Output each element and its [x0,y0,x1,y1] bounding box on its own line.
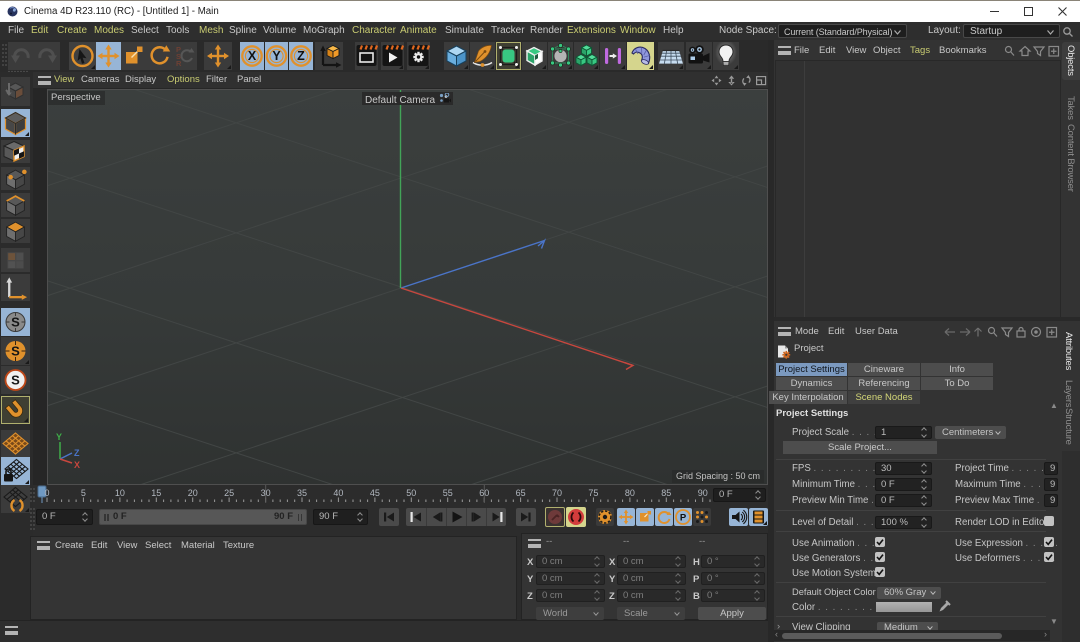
svg-text:Y: Y [272,49,281,63]
svg-text:85: 85 [661,488,671,498]
svg-text:X: X [248,49,257,63]
svg-text:Z: Z [74,448,80,458]
svg-text:45: 45 [370,488,380,498]
svg-text:5: 5 [81,488,86,498]
svg-text:0: 0 [44,488,49,498]
svg-text:10: 10 [115,488,125,498]
svg-text:S: S [11,344,20,359]
svg-text:Z: Z [297,49,305,63]
svg-text:15: 15 [151,488,161,498]
svg-text:25: 25 [224,488,234,498]
svg-text:P: P [680,513,687,524]
svg-text:Y: Y [56,432,62,442]
svg-text:S: S [11,315,20,330]
svg-text:50: 50 [406,488,416,498]
svg-text:R: R [176,59,182,68]
svg-text:65: 65 [516,488,526,498]
svg-text:80: 80 [625,488,635,498]
svg-text:75: 75 [588,488,598,498]
svg-text:S: S [11,373,20,388]
svg-text:90: 90 [698,488,708,498]
svg-text:35: 35 [297,488,307,498]
svg-text:X: X [74,460,80,470]
svg-text:40: 40 [333,488,343,498]
svg-text:20: 20 [188,488,198,498]
svg-text:55: 55 [443,488,453,498]
svg-text:60: 60 [479,488,489,498]
svg-text:70: 70 [552,488,562,498]
svg-text:30: 30 [261,488,271,498]
